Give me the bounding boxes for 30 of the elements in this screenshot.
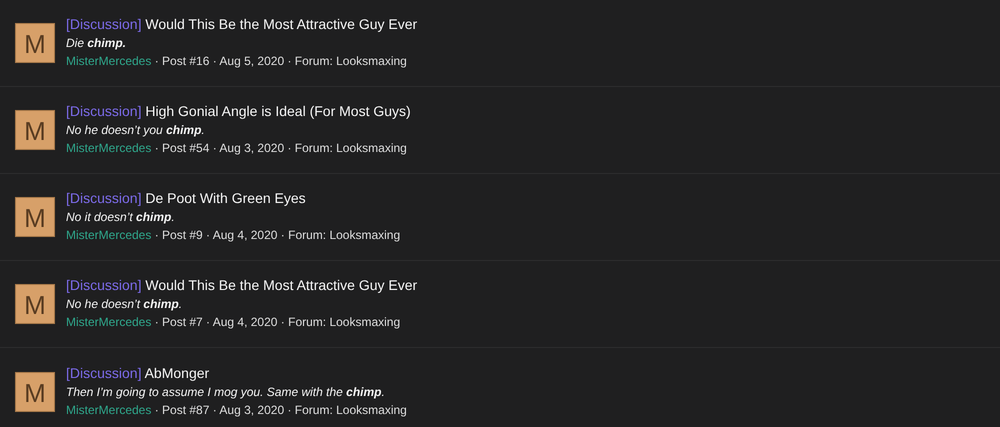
prefix-link[interactable]: [Discussion] — [66, 16, 142, 32]
avatar[interactable]: M — [15, 110, 55, 150]
thread-title-link[interactable]: High Gonial Angle is Ideal (For Most Guys) — [145, 103, 411, 119]
thread-title-link[interactable]: AbMonger — [144, 364, 210, 380]
author-link[interactable]: MisterMercedes — [66, 315, 152, 329]
author-link[interactable]: MisterMercedes — [66, 228, 152, 242]
thread-title-link[interactable]: De Poot With Green Eyes — [145, 190, 306, 206]
prefix-link[interactable]: [Discussion] — [66, 277, 142, 293]
post-meta: · Post #54 · Aug 3, 2020 · Forum: Looksmaxing — [154, 141, 407, 155]
avatar[interactable]: M — [15, 197, 55, 237]
post-snippet: Die chimp. — [66, 35, 126, 52]
thread-title-link[interactable]: Would This Be the Most Attractive Guy Ever — [145, 277, 418, 293]
post-snippet: Then I’m going to assume I mog you. Same with the chimp. — [66, 384, 385, 400]
prefix-link[interactable]: [Discussion] — [66, 103, 142, 119]
author-link[interactable]: MisterMercedes — [66, 54, 152, 68]
author-link[interactable]: MisterMercedes — [66, 141, 152, 155]
avatar[interactable]: M — [15, 23, 55, 63]
thread-title-link[interactable]: Would This Be the Most Attractive Guy Ever — [145, 16, 418, 32]
post-snippet: No he doesn’t chimp. — [66, 296, 182, 313]
avatar[interactable]: M — [15, 372, 55, 412]
author-link[interactable]: MisterMercedes — [66, 402, 152, 416]
post-meta: · Post #87 · Aug 3, 2020 · Forum: Looksmaxing — [154, 402, 407, 416]
post-meta: · Post #7 · Aug 4, 2020 · Forum: Looksmaxing — [154, 315, 400, 329]
post-snippet: No it doesn’t chimp. — [66, 209, 175, 226]
prefix-link[interactable]: [Discussion] — [66, 190, 142, 206]
post-meta: · Post #9 · Aug 4, 2020 · Forum: Looksmaxing — [154, 228, 400, 242]
post-meta: · Post #16 · Aug 5, 2020 · Forum: Looksmaxing — [154, 54, 407, 68]
avatar[interactable]: M — [15, 284, 55, 324]
post-snippet: No he doesn’t you chimp. — [66, 122, 205, 139]
prefix-link[interactable]: [Discussion] — [66, 364, 142, 380]
